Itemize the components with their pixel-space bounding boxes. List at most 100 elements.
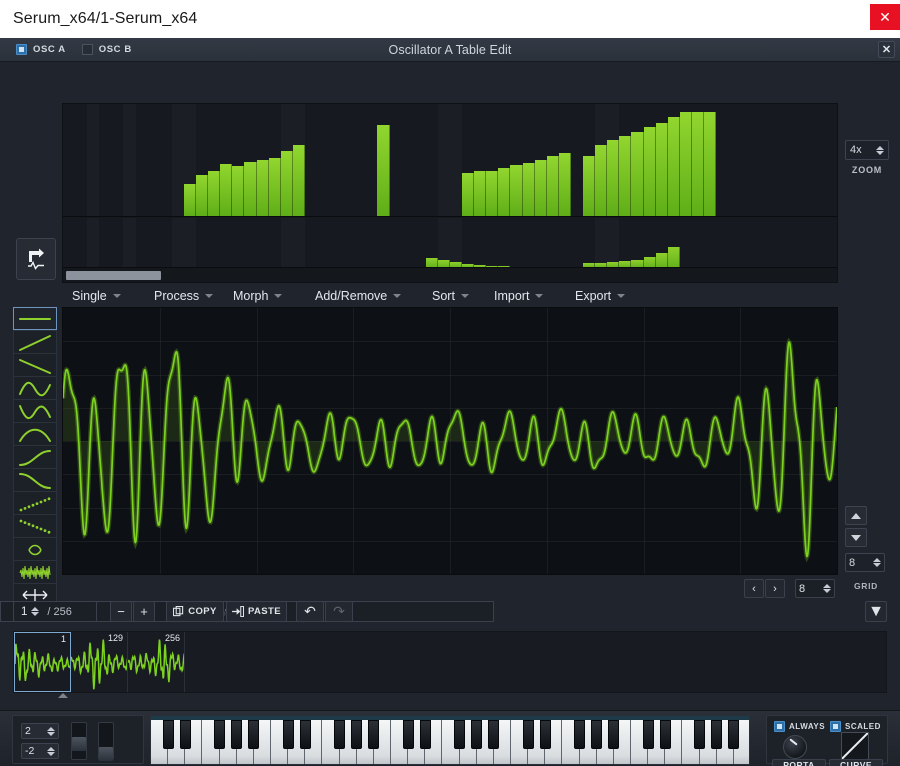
harmonic-bar[interactable] <box>667 116 680 216</box>
paste-button[interactable]: PASTE <box>226 601 287 622</box>
nudge-down-button[interactable] <box>845 528 867 547</box>
harmonic-bar[interactable] <box>522 163 535 216</box>
harmonic-bar[interactable] <box>256 159 269 216</box>
tool-arc-up[interactable] <box>13 422 57 445</box>
harmonic-bar[interactable] <box>679 112 692 216</box>
harmonic-scrollbar[interactable] <box>63 267 837 282</box>
piano-black-key[interactable] <box>419 720 431 749</box>
piano-black-key[interactable] <box>711 720 723 749</box>
harmonic-bar[interactable] <box>208 170 221 216</box>
frame-spinner-icon[interactable] <box>31 607 40 616</box>
grid-stepper-bottom[interactable]: 8 <box>795 579 835 598</box>
harmonic-bar[interactable] <box>486 170 499 216</box>
harmonic-bar[interactable] <box>377 125 390 216</box>
piano-black-key[interactable] <box>471 720 483 749</box>
pitch-up-spinner-icon[interactable] <box>47 726 55 736</box>
redo-button[interactable]: ↷ <box>325 601 353 622</box>
tool-curve-rise[interactable] <box>13 445 57 468</box>
harmonic-bar[interactable] <box>510 165 523 216</box>
tool-dots-up[interactable] <box>13 491 57 514</box>
scaled-toggle[interactable]: SCALED <box>830 721 881 732</box>
piano-black-key[interactable] <box>248 720 260 749</box>
curve-display[interactable] <box>841 732 869 760</box>
harmonic-bar[interactable] <box>655 252 668 268</box>
waveform-editor[interactable] <box>62 307 838 575</box>
pitch-wheel-thumb[interactable] <box>72 737 86 751</box>
menu-add-remove[interactable]: Add/Remove <box>315 289 402 303</box>
harmonic-bar[interactable] <box>655 123 668 216</box>
harmonic-bar[interactable] <box>607 140 620 216</box>
tool-curve-fall[interactable] <box>13 468 57 491</box>
harmonic-bar[interactable] <box>691 112 704 216</box>
grid-stepper-right[interactable]: 8 <box>845 553 885 572</box>
scaled-checkbox-icon[interactable] <box>830 721 841 732</box>
menu-export[interactable]: Export <box>575 289 626 303</box>
harmonic-magnitude-display[interactable] <box>63 104 837 217</box>
mod-wheel[interactable] <box>98 722 114 761</box>
harmonic-bar[interactable] <box>667 247 680 268</box>
piano-black-key[interactable] <box>334 720 346 749</box>
piano-black-key[interactable] <box>728 720 740 749</box>
menu-import[interactable]: Import <box>494 289 544 303</box>
piano-black-key[interactable] <box>282 720 294 749</box>
piano-black-key[interactable] <box>454 720 466 749</box>
harmonic-bar[interactable] <box>220 164 233 216</box>
grid-bottom-spinner-icon[interactable] <box>823 584 831 593</box>
piano-black-key[interactable] <box>488 720 500 749</box>
harmonic-bar[interactable] <box>268 157 281 216</box>
zoom-spinner-icon[interactable] <box>876 145 884 155</box>
prev-frame-button[interactable]: ‹ <box>744 579 764 598</box>
harmonic-display[interactable] <box>62 103 838 283</box>
harmonic-phase-display[interactable] <box>63 218 837 268</box>
wavetable-frame-thumbnail[interactable]: 1 <box>14 632 71 692</box>
copy-button[interactable]: COPY <box>166 601 224 622</box>
always-checkbox-icon[interactable] <box>774 721 785 732</box>
harmonic-bar[interactable] <box>474 170 487 216</box>
grid-right-spinner-icon[interactable] <box>873 558 881 567</box>
always-toggle[interactable]: ALWAYS <box>774 721 825 732</box>
harmonic-bar[interactable] <box>498 168 511 216</box>
nudge-up-button[interactable] <box>845 506 867 525</box>
pitch-down-spinner-icon[interactable] <box>47 746 55 756</box>
menu-single[interactable]: Single <box>72 289 121 303</box>
piano-black-key[interactable] <box>231 720 243 749</box>
harmonic-bar[interactable] <box>534 159 547 216</box>
tool-sine-down[interactable] <box>13 399 57 422</box>
harmonic-bar[interactable] <box>232 166 245 216</box>
piano-black-key[interactable] <box>179 720 191 749</box>
piano-black-key[interactable] <box>694 720 706 749</box>
osc-b-toggle[interactable]: OSC B <box>81 44 132 55</box>
osc-b-checkbox-icon[interactable] <box>81 44 93 55</box>
add-frame-button[interactable]: + <box>133 601 155 622</box>
piano-black-key[interactable] <box>642 720 654 749</box>
piano-black-key[interactable] <box>574 720 586 749</box>
next-frame-button[interactable]: › <box>765 579 785 598</box>
wavetable-frame-thumbnail[interactable]: 256 <box>128 632 185 692</box>
piano-black-key[interactable] <box>539 720 551 749</box>
tool-dots-down[interactable] <box>13 514 57 537</box>
undo-button[interactable]: ↶ <box>296 601 324 622</box>
piano-black-key[interactable] <box>659 720 671 749</box>
virtual-keyboard[interactable] <box>150 715 750 765</box>
harmonic-bar[interactable] <box>546 155 559 216</box>
harmonic-bar[interactable] <box>558 153 571 216</box>
pitch-wheel[interactable] <box>71 722 87 760</box>
frame-number-stepper[interactable]: 1 / 256 <box>13 601 97 622</box>
harmonic-bar[interactable] <box>643 127 656 216</box>
tool-pinch[interactable] <box>13 537 57 560</box>
harmonic-bar[interactable] <box>595 144 608 216</box>
harmonic-bar[interactable] <box>631 131 644 216</box>
harmonic-bar[interactable] <box>292 144 305 216</box>
pitch-bend-down-stepper[interactable]: -2 <box>21 743 59 759</box>
piano-black-key[interactable] <box>299 720 311 749</box>
menu-sort[interactable]: Sort <box>432 289 469 303</box>
piano-black-key[interactable] <box>368 720 380 749</box>
formula-dropdown-button[interactable]: ▼ <box>865 601 887 622</box>
zoom-stepper[interactable]: 4x <box>845 140 889 160</box>
wavetable-frame-thumbnail[interactable]: 129 <box>71 632 128 692</box>
porta-knob[interactable] <box>783 735 807 759</box>
harmonic-bar[interactable] <box>703 112 717 216</box>
window-close-button[interactable]: ✕ <box>870 4 900 30</box>
harmonic-bar[interactable] <box>462 172 475 216</box>
piano-black-key[interactable] <box>522 720 534 749</box>
